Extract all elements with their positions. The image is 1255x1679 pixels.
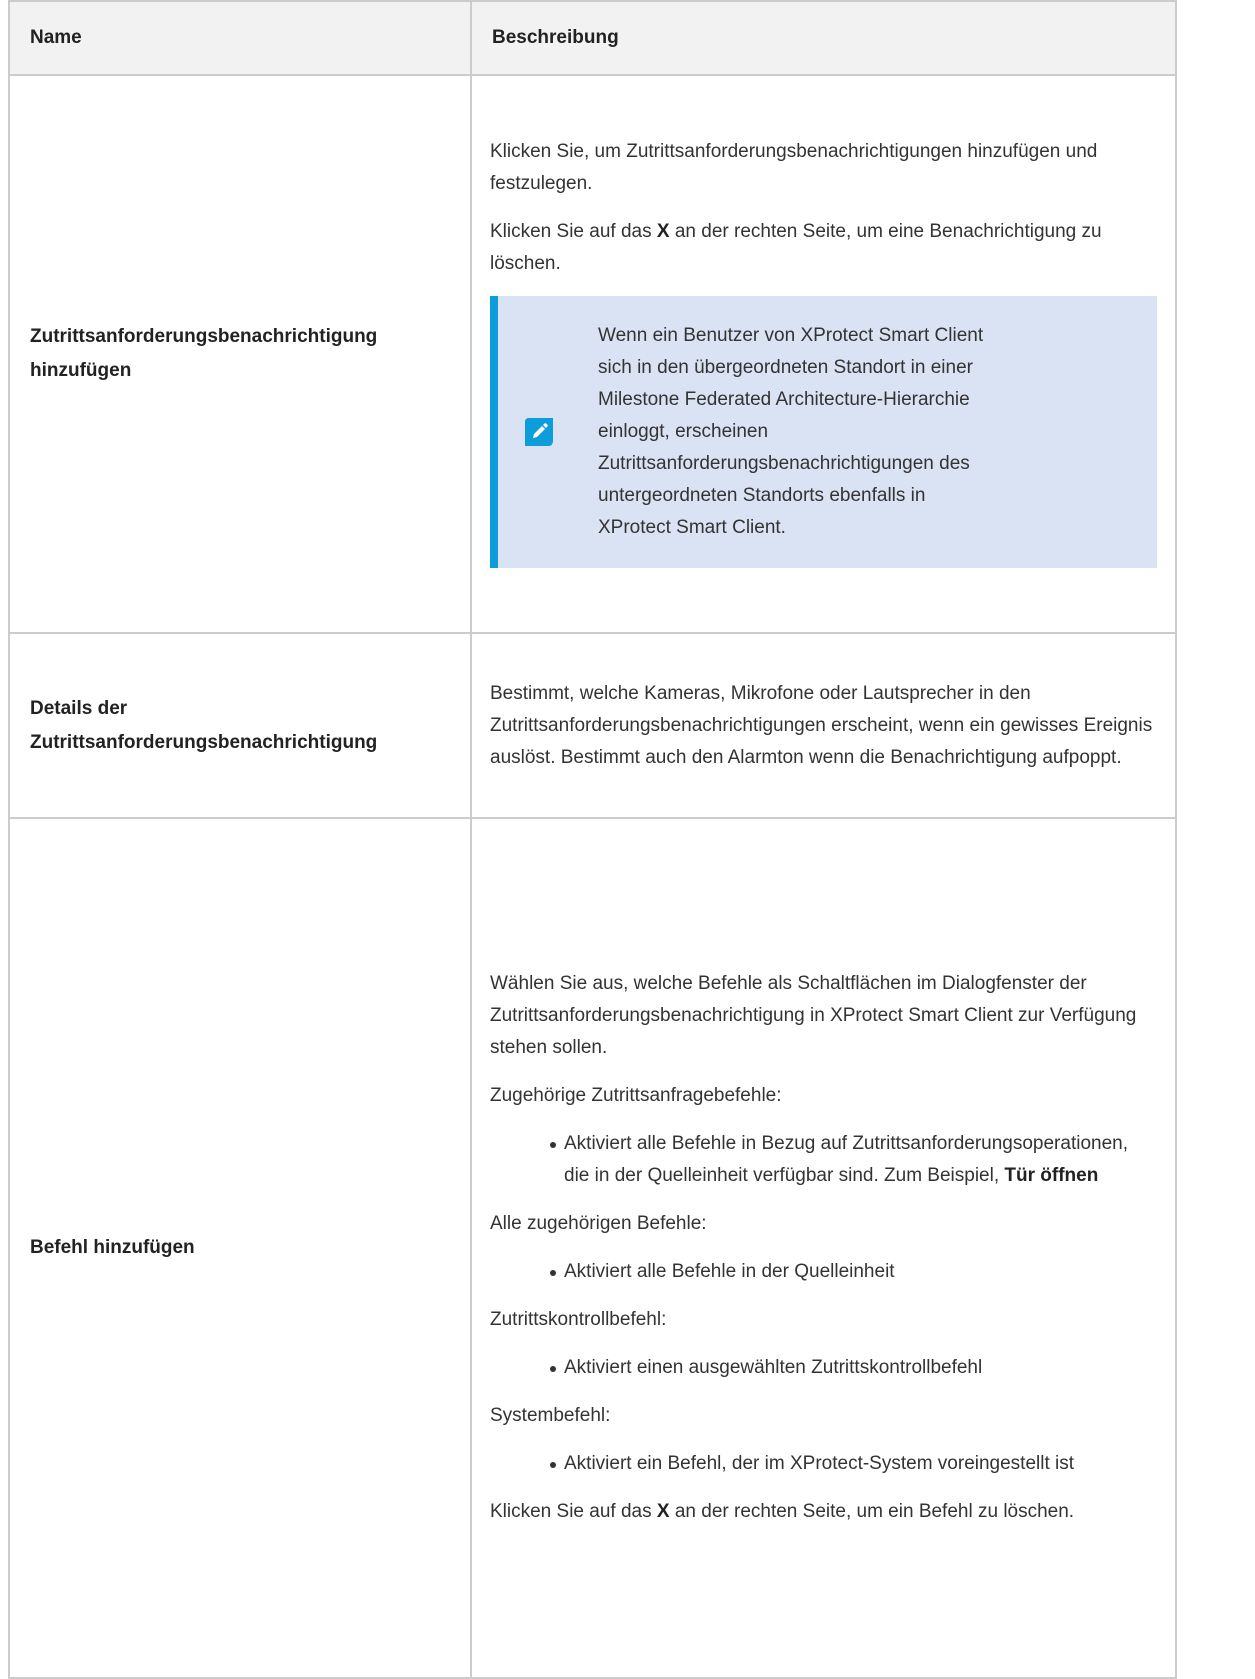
note-text: Wenn ein Benutzer von XProtect Smart Cli… xyxy=(598,325,984,538)
bullet-list: Aktiviert alle Befehle in Bezug auf Zutr… xyxy=(490,1128,1157,1192)
bold-text: X xyxy=(656,221,670,242)
list-item: Aktiviert ein Befehl, der im XProtect-Sy… xyxy=(550,1448,1157,1480)
text-segment: Klicken Sie auf das xyxy=(490,221,657,242)
group-label: Systembefehl: xyxy=(490,1405,611,1426)
note-box: Wenn ein Benutzer von XProtect Smart Cli… xyxy=(490,296,1157,568)
setting-description: Wählen Sie aus, welche Befehle als Schal… xyxy=(470,817,1177,1679)
description-paragraph: Bestimmt, welche Kameras, Mikrofone oder… xyxy=(490,682,1153,768)
description-paragraph: Klicken Sie, um Zutrittsanforderungsbena… xyxy=(490,141,1098,194)
setting-name: Details der Zutrittsanforderungsbenachri… xyxy=(8,632,472,819)
description-paragraph: Klicken Sie auf das X an der rechten Sei… xyxy=(490,1496,1157,1528)
setting-name: Befehl hinzufügen xyxy=(8,817,472,1679)
bullet-list: Aktiviert alle Befehle in der Quelleinhe… xyxy=(490,1256,1157,1288)
description-paragraph: Wählen Sie aus, welche Befehle als Schal… xyxy=(490,973,1137,1058)
bullet-list: Aktiviert ein Befehl, der im XProtect-Sy… xyxy=(490,1448,1157,1480)
settings-table: Name Beschreibung Zutrittsanforderungsbe… xyxy=(8,0,1177,1679)
list-item: Aktiviert alle Befehle in Bezug auf Zutr… xyxy=(550,1128,1157,1192)
bold-text: Tür öffnen xyxy=(1004,1165,1099,1186)
list-item: Aktiviert alle Befehle in der Quelleinhe… xyxy=(550,1256,1157,1288)
bullet-list: Aktiviert einen ausgewählten Zutrittskon… xyxy=(490,1352,1157,1384)
group-label: Zutrittskontrollbefehl: xyxy=(490,1309,667,1330)
table-header-row: Name Beschreibung xyxy=(8,0,1177,76)
group-label: Zugehörige Zutrittsanfragebefehle: xyxy=(490,1085,782,1106)
table-row: Details der Zutrittsanforderungsbenachri… xyxy=(8,632,1177,819)
column-header-name: Name xyxy=(8,0,472,76)
setting-description: Klicken Sie, um Zutrittsanforderungsbena… xyxy=(470,74,1177,634)
description-paragraph: Klicken Sie auf das X an der rechten Sei… xyxy=(490,216,1157,280)
bold-text: X xyxy=(656,1501,670,1522)
text-segment: an der rechten Seite, um ein Befehl zu l… xyxy=(669,1501,1075,1522)
table-row: Befehl hinzufügen Wählen Sie aus, welche… xyxy=(8,817,1177,1679)
setting-description: Bestimmt, welche Kameras, Mikrofone oder… xyxy=(470,632,1177,819)
pencil-note-icon xyxy=(524,417,554,447)
table-row: Zutrittsanforderungsbenachrichtigung hin… xyxy=(8,74,1177,634)
column-header-description: Beschreibung xyxy=(470,0,1177,76)
list-item: Aktiviert einen ausgewählten Zutrittskon… xyxy=(550,1352,1157,1384)
setting-name: Zutrittsanforderungsbenachrichtigung hin… xyxy=(8,74,472,634)
group-label: Alle zugehörigen Befehle: xyxy=(490,1213,707,1234)
text-segment: Klicken Sie auf das xyxy=(490,1501,657,1522)
